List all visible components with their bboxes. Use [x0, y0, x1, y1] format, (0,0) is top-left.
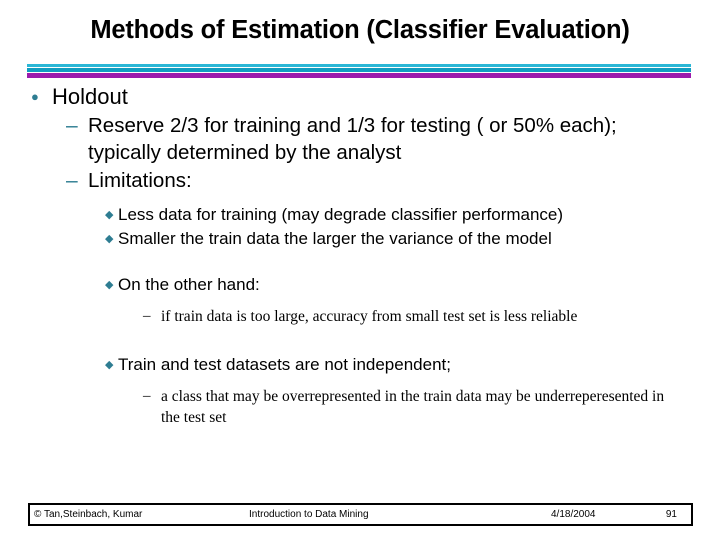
bullet-level4-a-class-that-text: a class that may be overrepresented in t…: [161, 388, 665, 426]
bullet-level2-reserve-text: Reserve 2/3 for training and 1/3 for tes…: [88, 114, 617, 164]
bullet-level4-a-class-that: – a class that may be overrepresented in…: [143, 386, 720, 428]
bullet-dash-icon: –: [66, 169, 78, 192]
divider-cyan-thin: [27, 64, 691, 67]
bullet-level2-reserve: – Reserve 2/3 for training and 1/3 for t…: [66, 112, 720, 166]
footer-date: 4/18/2004: [551, 509, 596, 520]
bullet-diamond-icon: ◆: [105, 209, 114, 221]
bullet-diamond-icon: ◆: [105, 359, 114, 371]
slide: Methods of Estimation (Classifier Evalua…: [0, 0, 720, 540]
footer-page-number: 91: [665, 509, 677, 520]
bullet-level3-on-the-other-hand: ◆ On the other hand:: [105, 273, 720, 297]
bullet-level3-train-test-independent: ◆ Train and test datasets are not indepe…: [105, 353, 720, 377]
bullet-level2-limitations: – Limitations:: [66, 167, 720, 194]
bullet-level3-less-data: ◆ Less data for training (may degrade cl…: [105, 203, 720, 227]
bullet-level1-text: Holdout: [52, 84, 128, 109]
bullet-level4-if-train-data: – if train data is too large, accuracy f…: [143, 306, 720, 327]
bullet-dash-serif-icon: –: [143, 308, 151, 324]
bullet-level3-less-data-text: Less data for training (may degrade clas…: [118, 205, 564, 224]
bullet-level3-smaller-train: ◆ Smaller the train data the larger the …: [105, 227, 720, 251]
bullet-diamond-icon: ◆: [105, 233, 114, 245]
bullet-dash-icon: –: [66, 114, 78, 137]
slide-body: ● Holdout – Reserve 2/3 for training and…: [0, 82, 720, 428]
divider-teal: [27, 68, 691, 72]
footer-copyright: © Tan,Steinbach, Kumar: [34, 509, 143, 520]
slide-footer: © Tan,Steinbach, Kumar Introduction to D…: [28, 503, 693, 526]
page-title: Methods of Estimation (Classifier Evalua…: [90, 16, 630, 44]
footer-inner: © Tan,Steinbach, Kumar Introduction to D…: [30, 505, 691, 524]
bullet-diamond-icon: ◆: [105, 279, 114, 291]
bullet-level4-if-train-data-text: if train data is too large, accuracy fro…: [161, 308, 578, 325]
footer-book-title: Introduction to Data Mining: [249, 509, 369, 520]
divider-purple: [27, 73, 691, 78]
bullet-level1-holdout: ● Holdout: [28, 82, 720, 111]
bullet-level2-limitations-text: Limitations:: [88, 169, 192, 192]
bullet-level3-train-test-independent-text: Train and test datasets are not independ…: [118, 355, 451, 374]
bullet-level3-on-the-other-hand-text: On the other hand:: [118, 275, 260, 294]
bullet-level3-smaller-train-text: Smaller the train data the larger the va…: [118, 229, 552, 248]
bullet-dash-serif-icon: –: [143, 388, 151, 404]
bullet-circle-icon: ●: [31, 89, 39, 104]
